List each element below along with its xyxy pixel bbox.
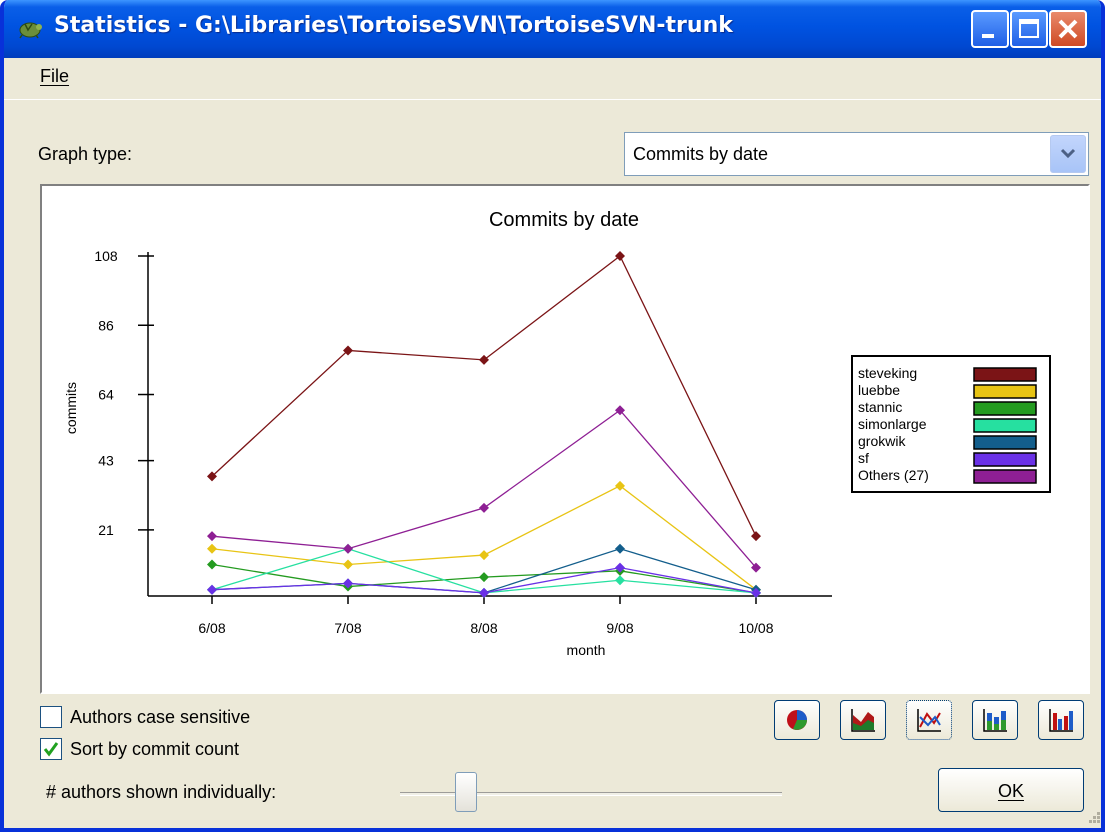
menu-file[interactable]: File bbox=[40, 66, 69, 87]
close-button[interactable] bbox=[1049, 10, 1087, 48]
y-tick-label: 43 bbox=[98, 453, 114, 469]
title-bar[interactable]: Statistics - G:\Libraries\TortoiseSVN\To… bbox=[4, 0, 1101, 58]
authors-shown-label: # authors shown individually: bbox=[46, 782, 277, 802]
legend-label: luebbe bbox=[858, 382, 900, 398]
resize-grip-icon[interactable] bbox=[1086, 810, 1102, 826]
data-point bbox=[207, 559, 217, 570]
chart-legend: stevekingluebbestannicsimonlargegrokwiks… bbox=[851, 355, 1051, 493]
x-tick-label: 10/08 bbox=[738, 620, 773, 636]
sort-by-count-label: Sort by commit count bbox=[70, 739, 240, 759]
data-point bbox=[207, 543, 217, 554]
series-line bbox=[211, 409, 757, 569]
legend-label: Others (27) bbox=[858, 467, 929, 483]
maximize-button[interactable] bbox=[1010, 10, 1048, 48]
chevron-down-icon bbox=[1060, 148, 1076, 159]
stacked-bar-icon bbox=[983, 709, 1007, 732]
data-point bbox=[615, 543, 625, 554]
pie-chart-icon bbox=[787, 710, 807, 730]
data-point bbox=[479, 502, 489, 513]
grouped-bar-button[interactable] bbox=[1038, 700, 1084, 740]
legend-swatch bbox=[973, 401, 1037, 416]
stacked-bar-button[interactable] bbox=[972, 700, 1018, 740]
legend-swatch bbox=[973, 435, 1037, 450]
legend-label: grokwik bbox=[858, 433, 906, 449]
legend-swatch bbox=[973, 367, 1037, 382]
minimize-icon bbox=[982, 34, 994, 38]
menu-bar: File bbox=[4, 58, 1101, 100]
data-point bbox=[479, 354, 489, 365]
sort-by-count-checkbox[interactable] bbox=[40, 738, 62, 760]
stacked-area-button[interactable] bbox=[840, 700, 886, 740]
data-point bbox=[751, 531, 761, 542]
graph-type-label: Graph type: bbox=[38, 144, 133, 164]
x-axis-label: month bbox=[567, 642, 606, 658]
y-tick-label: 64 bbox=[98, 387, 114, 403]
x-tick-label: 6/08 bbox=[198, 620, 225, 636]
ok-button[interactable]: OK bbox=[938, 768, 1084, 812]
data-point bbox=[479, 572, 489, 583]
legend-label: stannic bbox=[858, 399, 902, 415]
checkmark-icon bbox=[43, 742, 59, 757]
x-tick-label: 9/08 bbox=[606, 620, 633, 636]
window-title: Statistics - G:\Libraries\TortoiseSVN\To… bbox=[54, 13, 733, 38]
data-point bbox=[207, 584, 217, 595]
ok-button-label: OK bbox=[997, 781, 1024, 801]
case-sensitive-checkbox[interactable] bbox=[40, 706, 62, 728]
data-point bbox=[343, 543, 353, 554]
line-chart-icon bbox=[917, 709, 941, 732]
data-point bbox=[343, 559, 353, 570]
legend-swatch bbox=[973, 452, 1037, 467]
data-point bbox=[615, 251, 625, 261]
pie-chart-button[interactable] bbox=[774, 700, 820, 740]
legend-label: sf bbox=[858, 450, 869, 466]
tortoise-icon bbox=[19, 22, 42, 39]
x-tick-label: 8/08 bbox=[470, 620, 497, 636]
grouped-bar-icon bbox=[1049, 709, 1073, 732]
legend-swatch bbox=[973, 469, 1037, 484]
data-point bbox=[615, 575, 625, 586]
y-tick-label: 108 bbox=[94, 248, 118, 264]
legend-swatch bbox=[973, 384, 1037, 399]
legend-swatch bbox=[973, 418, 1037, 433]
statistics-window: Statistics - G:\Libraries\TortoiseSVN\To… bbox=[0, 0, 1105, 832]
legend-label: steveking bbox=[858, 365, 917, 381]
line-chart-button[interactable] bbox=[906, 700, 952, 740]
maximize-icon bbox=[1019, 19, 1039, 38]
commits-line-chart: Commits by date commits month 108 86 64 43 2… bbox=[63, 209, 1051, 658]
chart-title: Commits by date bbox=[489, 209, 639, 231]
case-sensitive-label: Authors case sensitive bbox=[70, 707, 251, 727]
y-tick-label: 21 bbox=[98, 522, 114, 538]
close-icon bbox=[1058, 19, 1078, 39]
authors-slider-thumb[interactable] bbox=[455, 772, 477, 812]
data-point bbox=[207, 531, 217, 542]
dropdown-button[interactable] bbox=[1050, 135, 1086, 173]
data-point bbox=[615, 480, 625, 491]
y-axis-label: commits bbox=[63, 382, 79, 434]
x-tick-label: 7/08 bbox=[334, 620, 361, 636]
graph-type-select[interactable]: Commits by date bbox=[624, 132, 1089, 176]
data-point bbox=[479, 550, 489, 561]
stacked-area-icon bbox=[851, 709, 875, 732]
series-line bbox=[211, 255, 757, 537]
minimize-button[interactable] bbox=[971, 10, 1009, 48]
graph-type-value: Commits by date bbox=[633, 144, 769, 164]
chart-area: Commits by date commits month 108 86 64 43 2… bbox=[40, 184, 1090, 694]
y-tick-label: 86 bbox=[98, 317, 114, 333]
legend-label: simonlarge bbox=[858, 416, 927, 432]
